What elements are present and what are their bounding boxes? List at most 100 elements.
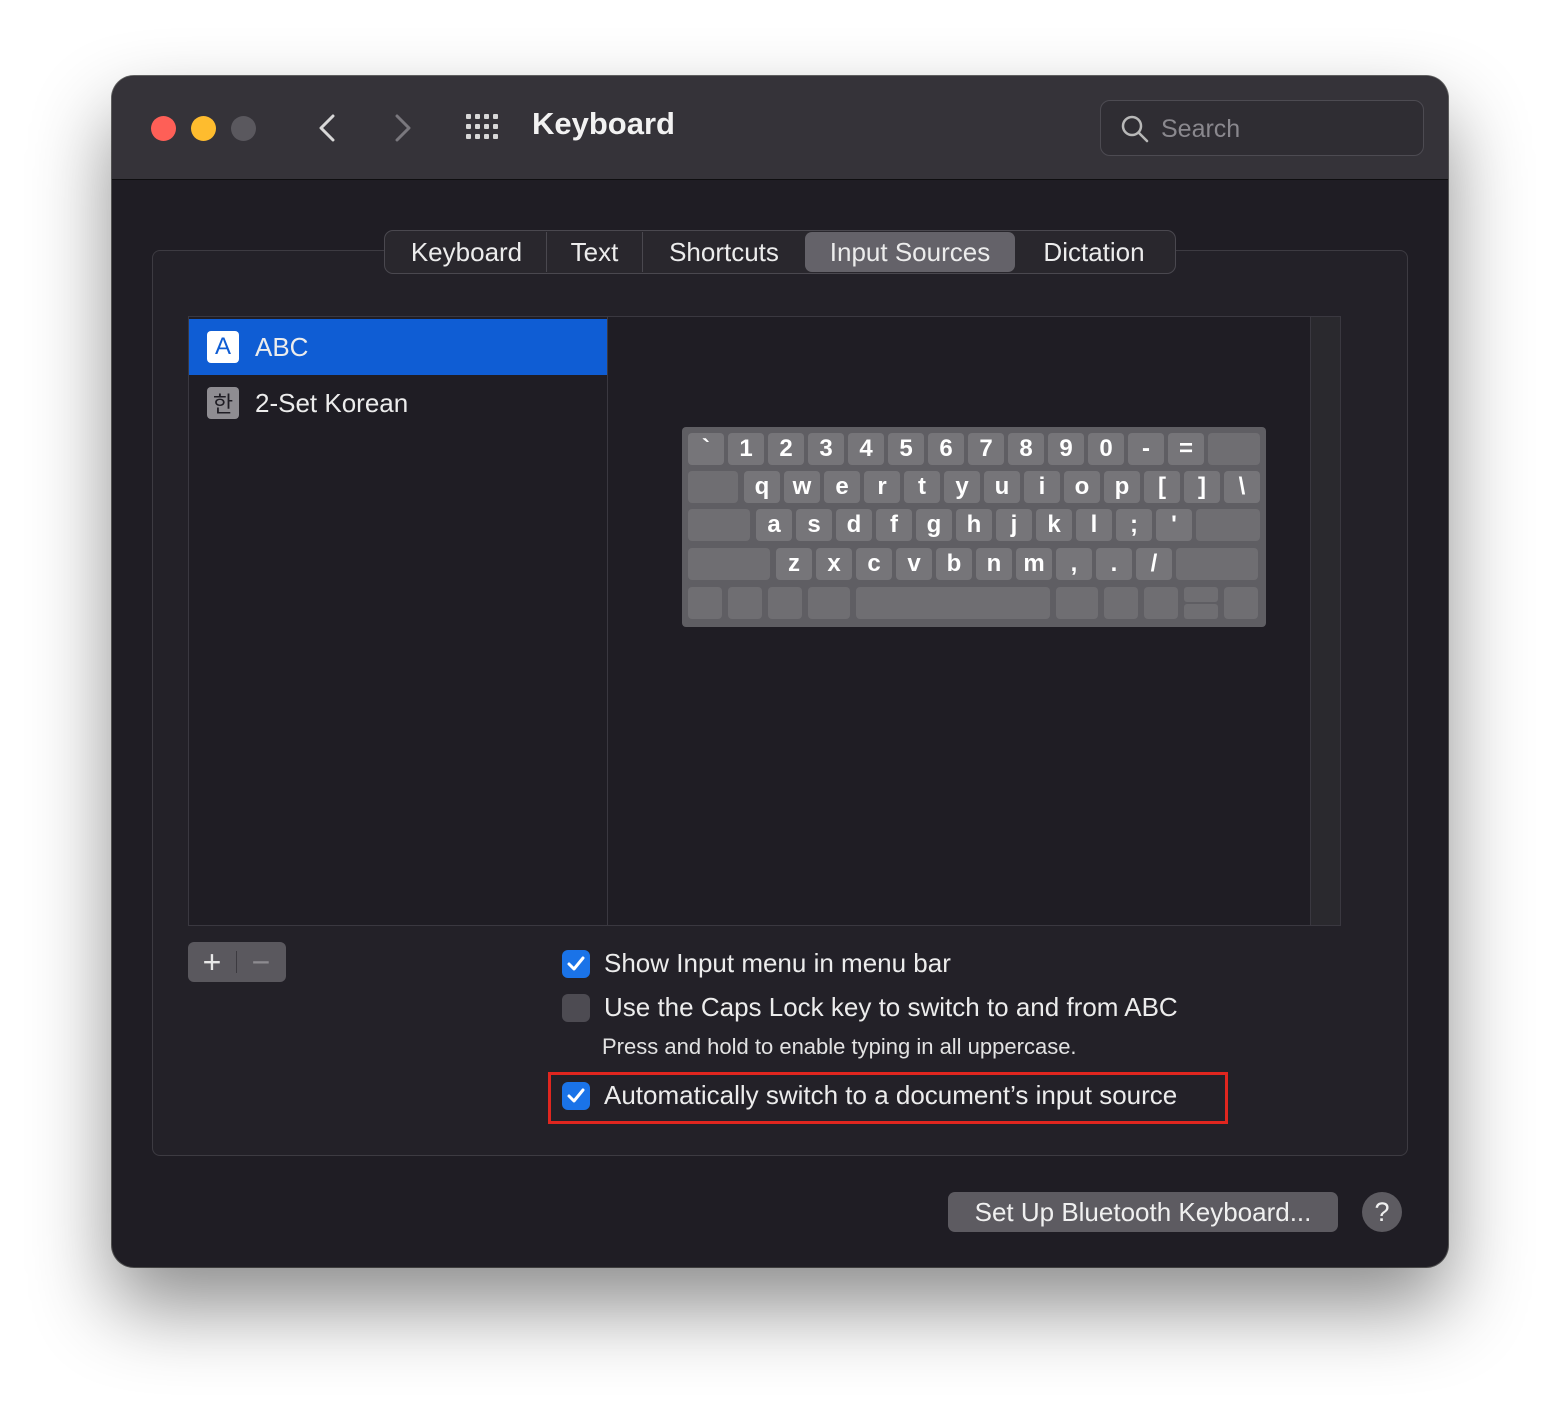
search-icon bbox=[1121, 115, 1149, 143]
key-shift-left bbox=[688, 548, 770, 580]
caps-lock-switch-checkbox[interactable] bbox=[562, 993, 590, 1022]
key-option-right bbox=[1104, 587, 1138, 619]
key: . bbox=[1096, 548, 1132, 580]
key: s bbox=[796, 509, 832, 541]
set-up-bluetooth-keyboard-button[interactable]: Set Up Bluetooth Keyboard... bbox=[948, 1192, 1338, 1232]
key: y bbox=[944, 471, 980, 503]
key: j bbox=[996, 509, 1032, 541]
remove-input-source-button[interactable]: − bbox=[237, 942, 285, 982]
key: m bbox=[1016, 548, 1052, 580]
minimize-window-button[interactable] bbox=[191, 116, 216, 141]
option-label: Use the Caps Lock key to switch to and f… bbox=[604, 992, 1178, 1022]
list-item-2-set-korean[interactable]: 한 2-Set Korean bbox=[189, 375, 607, 431]
key: b bbox=[936, 548, 972, 580]
key-caps-lock bbox=[688, 509, 750, 541]
list-item-abc[interactable]: A ABC bbox=[189, 319, 607, 375]
chevron-left-icon bbox=[319, 114, 335, 142]
key: x bbox=[816, 548, 852, 580]
key-tab bbox=[688, 471, 738, 503]
zoom-window-button[interactable] bbox=[231, 116, 256, 141]
back-button[interactable] bbox=[308, 110, 348, 146]
key: g bbox=[916, 509, 952, 541]
key: ' bbox=[1156, 509, 1192, 541]
key: ] bbox=[1184, 471, 1220, 503]
list-item-label: ABC bbox=[255, 331, 309, 362]
key: q bbox=[744, 471, 780, 503]
key: [ bbox=[1144, 471, 1180, 503]
key-arrow-right bbox=[1224, 587, 1258, 619]
key: , bbox=[1056, 548, 1092, 580]
keyboard-layout-preview: ` 1 2 3 4 5 6 7 8 9 0- = q w e r t y u i o p[] \ a s d f g h j k l; ' z x c… bbox=[682, 427, 1266, 627]
key: v bbox=[896, 548, 932, 580]
list-item-label: 2-Set Korean bbox=[255, 387, 409, 418]
tab-shortcuts[interactable]: Shortcuts bbox=[643, 232, 805, 272]
key: u bbox=[984, 471, 1020, 503]
option-label: Show Input menu in menu bar bbox=[604, 948, 951, 978]
window-title: Keyboard bbox=[532, 106, 675, 141]
key: o bbox=[1064, 471, 1100, 503]
key: 7 bbox=[968, 433, 1004, 465]
option-show-input-menu[interactable]: Show Input menu in menu bar bbox=[562, 948, 951, 979]
highlight-annotation-box bbox=[548, 1072, 1228, 1124]
key: f bbox=[876, 509, 912, 541]
key-command-left bbox=[808, 587, 850, 619]
key-control bbox=[728, 587, 762, 619]
key: t bbox=[904, 471, 940, 503]
tab-keyboard[interactable]: Keyboard bbox=[387, 232, 547, 272]
key: c bbox=[856, 548, 892, 580]
tab-input-sources[interactable]: Input Sources bbox=[805, 232, 1015, 272]
show-all-button[interactable] bbox=[464, 112, 504, 144]
key: h bbox=[956, 509, 992, 541]
option-caps-lock-switch[interactable]: Use the Caps Lock key to switch to and f… bbox=[562, 992, 1178, 1023]
key: z bbox=[776, 548, 812, 580]
key: n bbox=[976, 548, 1012, 580]
key-arrow-up-down bbox=[1184, 587, 1218, 619]
key: a bbox=[756, 509, 792, 541]
korean-source-icon: 한 bbox=[207, 387, 239, 419]
key: 9 bbox=[1048, 433, 1084, 465]
key-fn bbox=[688, 587, 722, 619]
tab-dictation[interactable]: Dictation bbox=[1015, 232, 1173, 272]
keyboard-preferences-window: Keyboard Keyboard Text Shortcuts Input S… bbox=[112, 76, 1448, 1267]
key: 2 bbox=[768, 433, 804, 465]
forward-button[interactable] bbox=[382, 110, 422, 146]
show-input-menu-checkbox[interactable] bbox=[562, 949, 590, 978]
input-sources-list[interactable]: A ABC 한 2-Set Korean bbox=[188, 316, 608, 926]
key: i bbox=[1024, 471, 1060, 503]
key-space bbox=[856, 587, 1050, 619]
key-arrow-down bbox=[1184, 604, 1218, 619]
key: \ bbox=[1224, 471, 1260, 503]
key-delete bbox=[1208, 433, 1260, 465]
key: e bbox=[824, 471, 860, 503]
key: - bbox=[1128, 433, 1164, 465]
add-input-source-button[interactable]: + bbox=[188, 942, 236, 982]
caps-lock-hint: Press and hold to enable typing in all u… bbox=[602, 1034, 1077, 1059]
key: l bbox=[1076, 509, 1112, 541]
key: 1 bbox=[728, 433, 764, 465]
key: r bbox=[864, 471, 900, 503]
key: 8 bbox=[1008, 433, 1044, 465]
preview-scrollbar[interactable] bbox=[1310, 317, 1340, 925]
key: 4 bbox=[848, 433, 884, 465]
key: 3 bbox=[808, 433, 844, 465]
key: ; bbox=[1116, 509, 1152, 541]
key: w bbox=[784, 471, 820, 503]
add-remove-buttons: + − bbox=[188, 942, 286, 982]
key: 6 bbox=[928, 433, 964, 465]
help-button[interactable]: ? bbox=[1362, 1192, 1402, 1232]
key-option-left bbox=[768, 587, 802, 619]
abc-source-icon: A bbox=[207, 331, 239, 363]
tab-bar: Keyboard Text Shortcuts Input Sources Di… bbox=[384, 230, 1176, 274]
key: = bbox=[1168, 433, 1204, 465]
key: k bbox=[1036, 509, 1072, 541]
key-command-right bbox=[1056, 587, 1098, 619]
grid-icon bbox=[466, 114, 498, 139]
key-shift-right bbox=[1176, 548, 1258, 580]
search-input[interactable] bbox=[1161, 109, 1411, 149]
key: 5 bbox=[888, 433, 924, 465]
tab-text[interactable]: Text bbox=[547, 232, 643, 272]
key-arrow-up bbox=[1184, 587, 1218, 602]
search-field[interactable] bbox=[1100, 100, 1424, 156]
close-window-button[interactable] bbox=[151, 116, 176, 141]
checkmark-icon bbox=[567, 956, 585, 970]
